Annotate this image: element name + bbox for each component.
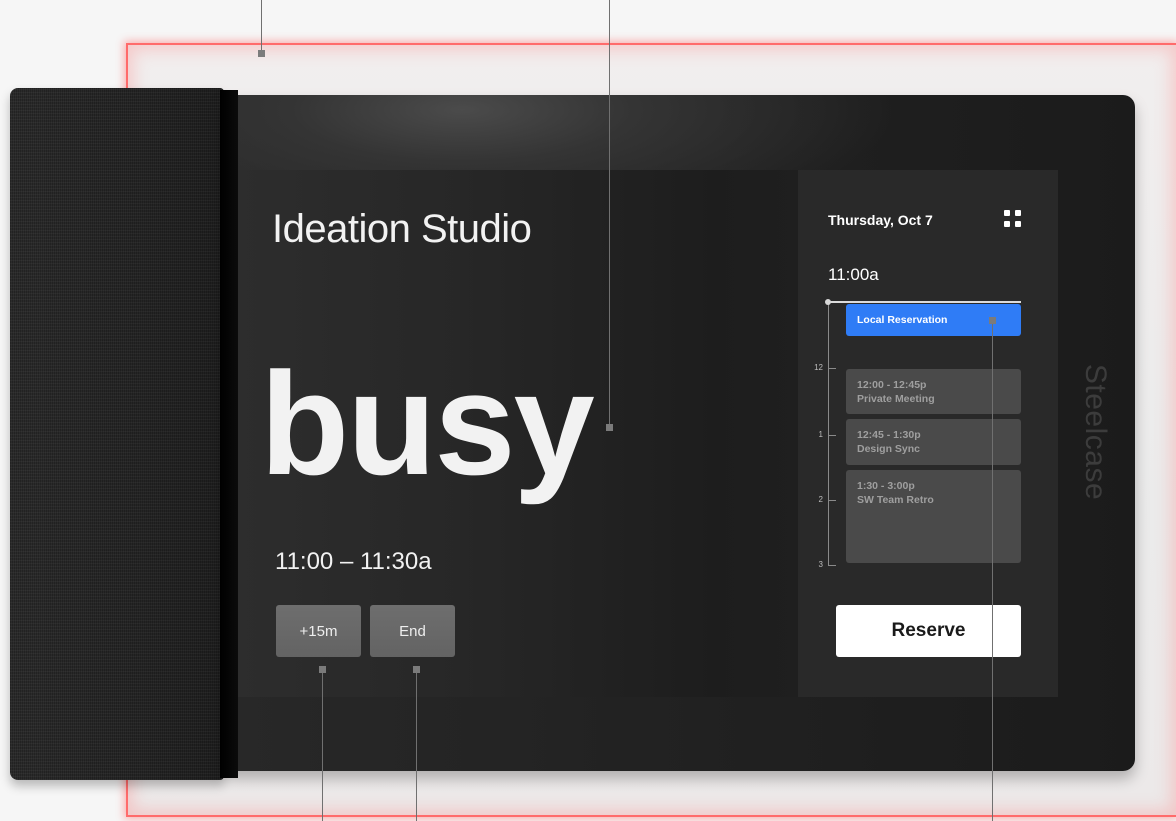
hour-label: 3	[818, 560, 823, 569]
callout-marker	[258, 50, 265, 57]
callout-line	[609, 0, 610, 427]
timeline-axis	[828, 301, 829, 565]
timeline-tick	[828, 500, 836, 501]
schedule-event[interactable]: 12:45 - 1:30p Design Sync	[846, 419, 1021, 465]
callout-marker	[989, 317, 996, 324]
room-name: Ideation Studio	[272, 207, 532, 251]
device-spine	[220, 90, 238, 778]
schedule-panel: Thursday, Oct 7 11:00a 12 1 2 3 Local Re…	[798, 170, 1058, 697]
callout-line	[261, 0, 262, 53]
product-scene: Steelcase Ideation Studio busy 11:00 – 1…	[0, 0, 1176, 821]
callout-marker	[319, 666, 326, 673]
callout-marker	[606, 424, 613, 431]
event-title: Design Sync	[857, 443, 921, 455]
grid-icon-cell	[1004, 210, 1010, 216]
timeline-tick	[828, 368, 836, 369]
callout-line	[992, 320, 993, 821]
event-title: SW Team Retro	[857, 494, 934, 506]
now-indicator-line	[828, 301, 1021, 303]
callout-line	[322, 669, 323, 821]
schedule-event[interactable]: 12:00 - 12:45p Private Meeting	[846, 369, 1021, 414]
reserve-button[interactable]: Reserve	[836, 605, 1021, 657]
callout-marker	[413, 666, 420, 673]
schedule-event[interactable]: 1:30 - 3:00p SW Team Retro	[846, 470, 1021, 563]
fabric-panel	[10, 88, 224, 780]
event-time: 1:30 - 3:00p	[857, 480, 915, 492]
brand-wordmark: Steelcase	[1079, 363, 1112, 501]
callout-line	[416, 669, 417, 821]
current-time: 11:00a	[828, 265, 879, 284]
hour-label: 12	[814, 363, 823, 372]
end-meeting-button[interactable]: End	[370, 605, 455, 657]
grid-icon-cell	[1015, 221, 1021, 227]
room-status: busy	[260, 342, 595, 505]
grid-icon-cell	[1015, 210, 1021, 216]
meeting-time-range: 11:00 – 11:30a	[275, 548, 432, 575]
room-status-panel: Ideation Studio busy 11:00 – 11:30a +15m…	[238, 170, 798, 697]
schedule-date: Thursday, Oct 7	[828, 212, 933, 228]
hour-label: 2	[818, 495, 823, 504]
event-time: 12:00 - 12:45p	[857, 379, 927, 391]
extend-meeting-button[interactable]: +15m	[276, 605, 361, 657]
event-title: Private Meeting	[857, 393, 935, 405]
now-indicator-dot	[825, 299, 831, 305]
event-time: 12:45 - 1:30p	[857, 429, 921, 441]
timeline-tick	[828, 435, 836, 436]
hour-label: 1	[818, 430, 823, 439]
grid-icon-cell	[1004, 221, 1010, 227]
timeline-tick	[828, 565, 836, 566]
grid-icon[interactable]	[1004, 210, 1021, 227]
